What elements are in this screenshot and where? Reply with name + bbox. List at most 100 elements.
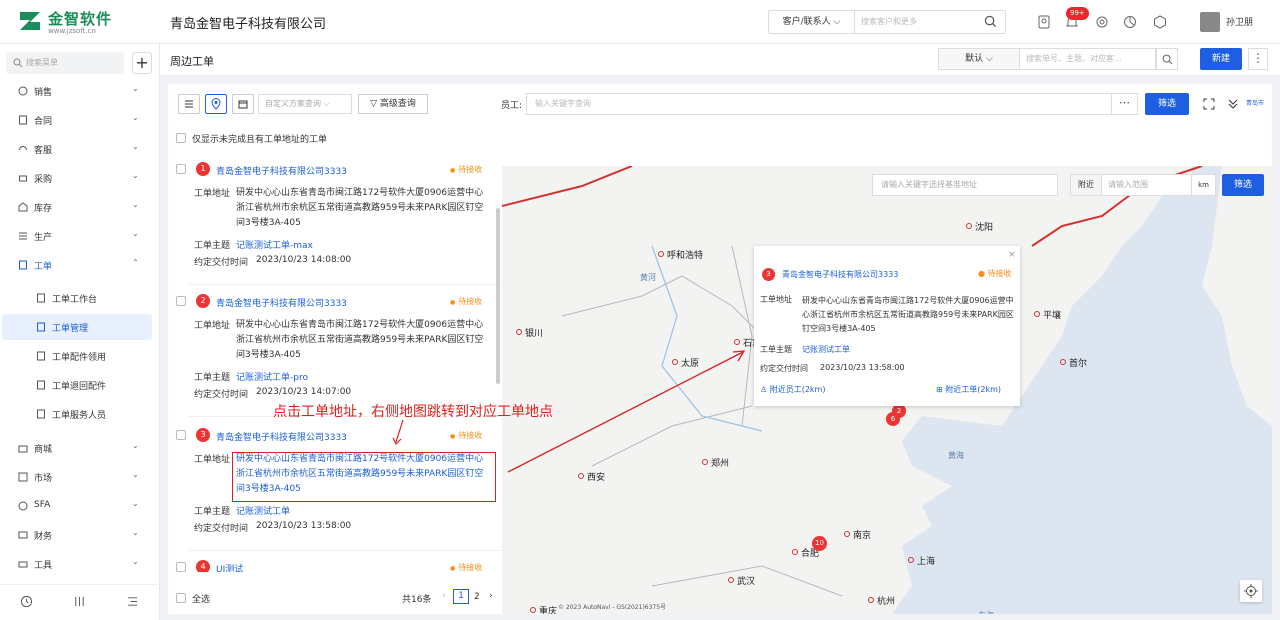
card-checkbox[interactable] xyxy=(176,296,186,306)
employee-picker-button[interactable]: ⋯ xyxy=(1112,93,1138,115)
sidebar-item-finance[interactable]: 财务 ⌄ xyxy=(0,521,158,549)
more-button[interactable]: ⋮ xyxy=(1248,48,1268,70)
logo[interactable]: 金智软件 www.jzsoft.cn xyxy=(18,6,158,38)
sidebar-item-production[interactable]: 生产 ⌄ xyxy=(0,222,158,250)
order-card[interactable]: 2 青岛金智电子科技有限公司3333 待接收 工单地址 研发中心心山东省青岛市闽… xyxy=(168,294,502,414)
logo-name: 金智软件 xyxy=(48,10,113,28)
popup-subject-link[interactable]: 记账测试工单 xyxy=(802,344,850,355)
popup-subject-label: 工单主题 xyxy=(760,345,792,354)
select-all-checkbox[interactable] xyxy=(176,593,186,603)
sidebar-item-inventory[interactable]: 库存 ⌄ xyxy=(0,193,158,221)
list-scrollbar[interactable] xyxy=(496,208,500,384)
close-icon[interactable]: × xyxy=(1008,250,1016,260)
sidebar-subitem-parts-return[interactable]: 工单退回配件 xyxy=(2,372,152,398)
customer-link[interactable]: 青岛金智电子科技有限公司3333 xyxy=(216,296,347,309)
map-filter-button[interactable]: 筛选 xyxy=(1222,174,1264,196)
subject-link[interactable]: 记账测试工单-max xyxy=(236,238,313,251)
customer-link[interactable]: UI测试 xyxy=(216,562,243,572)
sidebar-item-service[interactable]: 客服 ⌄ xyxy=(0,135,158,163)
custom-query-select[interactable]: 自定义方案查询 ⌵ xyxy=(258,94,352,114)
subject-link[interactable]: 记账测试工单-pro xyxy=(236,370,308,383)
popup-status-badge: ● 待接收 xyxy=(978,269,1012,278)
city-label: 杭州 xyxy=(868,594,895,607)
content-panel: 自定义方案查询 ⌵ ▽ 高级查询 员工: 输入关键字查询 ⋯ 筛选 青岛市 仅显… xyxy=(168,84,1272,614)
page-1[interactable]: 1 xyxy=(453,589,469,604)
gear-icon[interactable] xyxy=(1094,14,1110,30)
customer-link[interactable]: 青岛金智电子科技有限公司3333 xyxy=(216,430,347,443)
add-menu-button[interactable]: + xyxy=(132,52,152,74)
logo-icon xyxy=(20,12,40,30)
prev-page-icon[interactable]: ‹ xyxy=(442,591,446,601)
contacts-icon[interactable] xyxy=(1036,14,1052,30)
filter-icon: ▽ xyxy=(370,99,378,109)
base-address-input[interactable]: 请输入关键字选择基准地址 xyxy=(872,174,1058,196)
avatar[interactable] xyxy=(1200,12,1220,32)
view-select[interactable]: 默认 ⌵ xyxy=(938,48,1020,70)
user-name[interactable]: 孙卫朋 xyxy=(1226,15,1253,28)
order-address[interactable]: 研发中心心山东省青岛市闽江路172号软件大厦0906运营中心浙江省杭州市余杭区五… xyxy=(236,318,492,363)
map[interactable]: 请输入关键字选择基准地址 附近 请输入范围 km 筛选 沈阳 呼和浩特 银川 太… xyxy=(502,166,1272,614)
popup-customer-link[interactable]: 青岛金智电子科技有限公司3333 xyxy=(782,269,898,280)
time-label: 约定交付时间 xyxy=(194,258,249,268)
map-marker[interactable]: 6 xyxy=(886,412,900,426)
status-badge: 待接收 xyxy=(450,562,482,572)
global-search-input[interactable]: 搜索客户和更多 xyxy=(861,11,917,33)
sidebar-item-market[interactable]: 市场 ⌄ xyxy=(0,463,158,491)
sidebar-item-contract[interactable]: 合同 ⌄ xyxy=(0,106,158,134)
chevron-down-icon: ⌄ xyxy=(132,499,139,508)
search-icon[interactable] xyxy=(984,15,997,28)
order-search-input[interactable]: 搜索单号、主题、对应客... xyxy=(1020,48,1156,70)
sidebar-subitem-parts-claim[interactable]: 工单配件领用 xyxy=(2,343,152,369)
history-icon[interactable] xyxy=(20,595,33,608)
card-checkbox[interactable] xyxy=(176,430,186,440)
map-marker[interactable]: 10 xyxy=(812,536,827,551)
calendar-view-button[interactable] xyxy=(232,94,254,114)
subject-link[interactable]: 记账测试工单 xyxy=(236,504,290,517)
sidebar-item-sfa[interactable]: SFA ⌄ xyxy=(0,492,158,520)
advanced-query-button[interactable]: ▽ 高级查询 xyxy=(358,94,428,114)
sidebar-item-mall[interactable]: 商城 ⌄ xyxy=(0,434,158,462)
only-unfinished-checkbox[interactable] xyxy=(176,133,186,143)
page-header: 周边工单 默认 ⌵ 搜索单号、主题、对应客... 新建 ⋮ xyxy=(160,44,1280,76)
employee-input[interactable]: 输入关键字查询 xyxy=(526,93,1112,115)
sidebar-item-workorder[interactable]: 工单 ⌃ xyxy=(0,251,158,279)
customer-link[interactable]: 青岛金智电子科技有限公司3333 xyxy=(216,164,347,177)
new-button[interactable]: 新建 xyxy=(1200,48,1242,70)
filter-button[interactable]: 筛选 xyxy=(1145,93,1189,115)
next-page-icon[interactable]: › xyxy=(489,591,493,601)
search-scope-select[interactable]: 客户/联系人 ⌵ xyxy=(769,11,855,33)
chevron-down-icon: ⌄ xyxy=(132,441,139,450)
order-address[interactable]: 研发中心心山东省青岛市闽江路172号软件大厦0906运营中心浙江省杭州市余杭区五… xyxy=(236,186,492,231)
order-card[interactable]: 1 青岛金智电子科技有限公司3333 待接收 工单地址 研发中心心山东省青岛市闽… xyxy=(168,162,502,282)
sidebar-item-tools[interactable]: 工具 ⌄ xyxy=(0,550,158,578)
sliders-icon[interactable] xyxy=(73,595,86,608)
collapse-menu-icon[interactable] xyxy=(126,595,139,608)
locate-button[interactable] xyxy=(1240,580,1262,602)
sidebar-subitem-staff[interactable]: 工单服务人员 xyxy=(2,401,152,427)
chevron-up-icon: ⌃ xyxy=(132,258,139,267)
current-city[interactable]: 青岛市 xyxy=(1246,98,1264,107)
sidebar-subitem-workbench[interactable]: 工单工作台 xyxy=(2,285,152,311)
fullscreen-icon[interactable] xyxy=(1203,98,1215,110)
sidebar-item-purchase[interactable]: 采购 ⌄ xyxy=(0,164,158,192)
production-icon xyxy=(19,232,27,240)
sfa-icon xyxy=(18,501,28,511)
order-card[interactable]: 4 UI测试 待接收 xyxy=(168,560,502,572)
near-staff-link[interactable]: ♙ 附近员工(2km) xyxy=(760,384,825,395)
page-2[interactable]: 2 xyxy=(474,592,480,602)
collapse-icon[interactable] xyxy=(1227,98,1239,110)
map-view-button[interactable] xyxy=(205,94,227,114)
sidebar-item-sales[interactable]: 销售 ⌄ xyxy=(0,77,158,105)
sidebar-subitem-manage[interactable]: 工单管理 xyxy=(2,314,152,340)
chart-pie-icon[interactable] xyxy=(1122,14,1138,30)
popup-time: 2023/10/23 13:58:00 xyxy=(820,363,905,372)
card-checkbox[interactable] xyxy=(176,164,186,174)
card-checkbox[interactable] xyxy=(176,562,186,572)
list-view-button[interactable] xyxy=(178,94,200,114)
tools-icon xyxy=(18,561,28,568)
order-search-button[interactable] xyxy=(1156,48,1178,70)
near-orders-link[interactable]: ⊞ 附近工单(2km) xyxy=(936,384,1001,395)
cube-icon[interactable] xyxy=(1152,14,1168,30)
menu-search-input[interactable]: 搜索菜单 xyxy=(6,52,124,74)
range-input[interactable]: 请输入范围 xyxy=(1102,174,1192,196)
